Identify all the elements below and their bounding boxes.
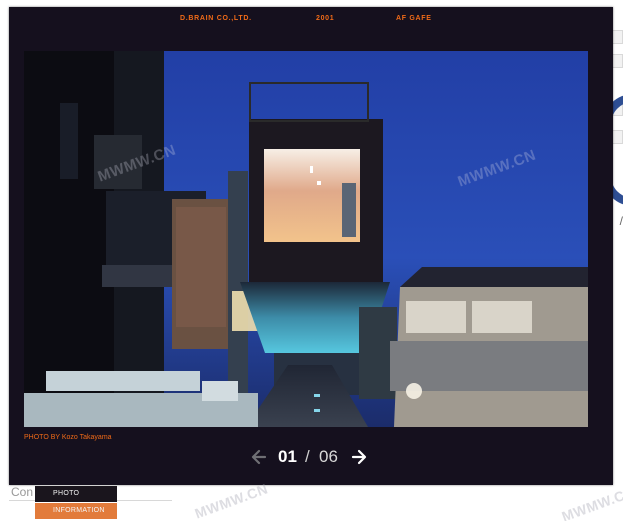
background-partial-text: Con [11, 485, 34, 499]
arrow-left-icon[interactable] [250, 447, 270, 467]
photo-pager: 01 / 06 [250, 447, 378, 469]
section-menu: PHOTO INFORMATION [35, 486, 117, 520]
building-image-illustration [24, 51, 588, 427]
project-name: AF GAFE [396, 15, 432, 22]
architecture-photo [24, 51, 588, 427]
company-name: D.BRAIN CO.,LTD. [180, 15, 252, 22]
pager-separator: / [305, 447, 310, 466]
arrow-right-icon[interactable] [348, 447, 368, 467]
total-photo-count: 06 [319, 447, 338, 466]
watermark-text: MWMW.CN [192, 480, 271, 521]
project-year: 2001 [316, 15, 335, 22]
photo-credit: PHOTO BY Kozo Takayama [24, 434, 112, 441]
watermark-text: MWMW.CN [559, 483, 623, 521]
menu-item-information[interactable]: INFORMATION [35, 503, 117, 519]
menu-item-photo[interactable]: PHOTO [35, 486, 117, 502]
page: / D.BRAIN CO.,LTD. 2001 AF GAFE PHOTO BY… [0, 0, 623, 521]
photo-viewer: D.BRAIN CO.,LTD. 2001 AF GAFE PHOTO BY K… [9, 7, 613, 485]
side-partial-text: / [619, 214, 623, 228]
project-info-bar: D.BRAIN CO.,LTD. 2001 AF GAFE [9, 15, 613, 29]
current-photo-number: 01 [278, 447, 297, 466]
